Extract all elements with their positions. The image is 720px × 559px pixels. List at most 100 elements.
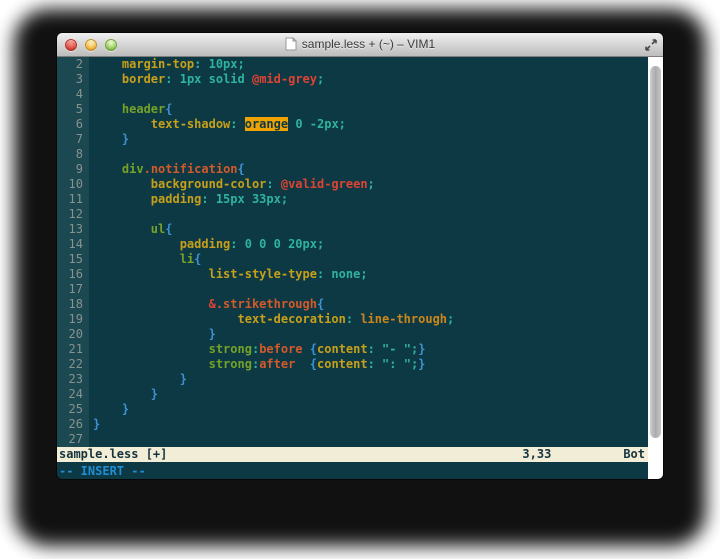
line-number: 17	[57, 282, 89, 297]
line-number: 21	[57, 342, 89, 357]
minimize-button[interactable]	[85, 39, 97, 51]
line-number: 26	[57, 417, 89, 432]
code-line[interactable]: 21 strong:before {content: "- ";}	[57, 342, 648, 357]
code-line[interactable]: 5 header{	[57, 102, 648, 117]
code-text: div.notification{	[89, 162, 245, 177]
code-line[interactable]: 22 strong:after {content: ": ";}	[57, 357, 648, 372]
code-line[interactable]: 9 div.notification{	[57, 162, 648, 177]
code-line[interactable]: 23 }	[57, 372, 648, 387]
traffic-lights	[57, 39, 117, 51]
line-number: 9	[57, 162, 89, 177]
code-line[interactable]: 27	[57, 432, 648, 447]
code-line[interactable]: 6 text-shadow: orange 0 -2px;	[57, 117, 648, 132]
line-number: 16	[57, 267, 89, 282]
zoom-button[interactable]	[105, 39, 117, 51]
code-line[interactable]: 25 }	[57, 402, 648, 417]
code-text: }	[89, 132, 129, 147]
insert-mode-indicator: -- INSERT --	[59, 464, 146, 478]
code-line[interactable]: 4	[57, 87, 648, 102]
scrollbar-track[interactable]	[648, 57, 663, 479]
line-number: 27	[57, 432, 89, 447]
code-text	[89, 207, 93, 222]
line-number: 10	[57, 177, 89, 192]
close-button[interactable]	[65, 39, 77, 51]
code-line[interactable]: 10 background-color: @valid-green;	[57, 177, 648, 192]
vim-window: sample.less + (~) – VIM1 2 margin-top: 1…	[57, 33, 663, 479]
code-line[interactable]: 8	[57, 147, 648, 162]
code-text: }	[89, 387, 158, 402]
line-number: 3	[57, 72, 89, 87]
code-line[interactable]: 2 margin-top: 10px;	[57, 57, 648, 72]
code-text: ul{	[89, 222, 172, 237]
code-text	[89, 87, 93, 102]
code-line[interactable]: 14 padding: 0 0 0 20px;	[57, 237, 648, 252]
code-text: background-color: @valid-green;	[89, 177, 375, 192]
code-text: text-decoration: line-through;	[89, 312, 454, 327]
code-line[interactable]: 19 text-decoration: line-through;	[57, 312, 648, 327]
line-number: 18	[57, 297, 89, 312]
line-number: 5	[57, 102, 89, 117]
code-line[interactable]: 11 padding: 15px 33px;	[57, 192, 648, 207]
line-number: 24	[57, 387, 89, 402]
code-line[interactable]: 12	[57, 207, 648, 222]
code-text: text-shadow: orange 0 -2px;	[89, 117, 346, 132]
line-number: 8	[57, 147, 89, 162]
code-text	[89, 147, 93, 162]
code-text: strong:after {content: ": ";}	[89, 357, 425, 372]
line-number: 23	[57, 372, 89, 387]
code-text: }	[89, 402, 129, 417]
code-line[interactable]: 18 &.strikethrough{	[57, 297, 648, 312]
code-text: &.strikethrough{	[89, 297, 324, 312]
code-line[interactable]: 3 border: 1px solid @mid-grey;	[57, 72, 648, 87]
code-text: padding: 0 0 0 20px;	[89, 237, 324, 252]
status-cursor-position: 3,33	[522, 447, 551, 462]
line-number: 2	[57, 57, 89, 72]
code-line[interactable]: 16 list-style-type: none;	[57, 267, 648, 282]
code-text: margin-top: 10px;	[89, 57, 245, 72]
code-line[interactable]: 24 }	[57, 387, 648, 402]
code-text	[89, 432, 93, 447]
code-text: }	[89, 417, 100, 432]
code-text: }	[89, 327, 216, 342]
code-line[interactable]: 17	[57, 282, 648, 297]
title-container: sample.less + (~) – VIM1	[57, 33, 663, 55]
code-text: border: 1px solid @mid-grey;	[89, 72, 324, 87]
desktop: sample.less + (~) – VIM1 2 margin-top: 1…	[0, 0, 720, 559]
code-text: li{	[89, 252, 201, 267]
code-line[interactable]: 20 }	[57, 327, 648, 342]
line-number: 4	[57, 87, 89, 102]
window-title: sample.less + (~) – VIM1	[302, 37, 435, 51]
code-line[interactable]: 26}	[57, 417, 648, 432]
window-body: 2 margin-top: 10px;3 border: 1px solid @…	[57, 57, 663, 479]
line-number: 25	[57, 402, 89, 417]
document-icon	[285, 37, 297, 51]
line-number: 20	[57, 327, 89, 342]
line-number: 14	[57, 237, 89, 252]
vim-status-bar: sample.less [+] 3,33 Bot	[57, 447, 648, 462]
scrollbar-thumb[interactable]	[650, 66, 661, 438]
fullscreen-icon[interactable]	[644, 38, 658, 52]
code-line[interactable]: 13 ul{	[57, 222, 648, 237]
line-number: 22	[57, 357, 89, 372]
line-number: 7	[57, 132, 89, 147]
code-text: list-style-type: none;	[89, 267, 368, 282]
code-text: padding: 15px 33px;	[89, 192, 288, 207]
title-bar[interactable]: sample.less + (~) – VIM1	[57, 33, 663, 57]
code-text: header{	[89, 102, 173, 117]
status-scroll-position: Bot	[623, 447, 645, 462]
line-number: 15	[57, 252, 89, 267]
line-number: 12	[57, 207, 89, 222]
status-file-name: sample.less [+]	[59, 447, 522, 462]
code-line[interactable]: 7 }	[57, 132, 648, 147]
line-number: 6	[57, 117, 89, 132]
code-text: }	[89, 372, 187, 387]
line-number: 11	[57, 192, 89, 207]
code-line[interactable]: 15 li{	[57, 252, 648, 267]
line-number: 13	[57, 222, 89, 237]
code-editor[interactable]: 2 margin-top: 10px;3 border: 1px solid @…	[57, 57, 648, 447]
code-text	[89, 282, 93, 297]
line-number: 19	[57, 312, 89, 327]
code-text: strong:before {content: "- ";}	[89, 342, 425, 357]
vim-command-line: -- INSERT --	[57, 462, 648, 479]
editor-column: 2 margin-top: 10px;3 border: 1px solid @…	[57, 57, 648, 479]
